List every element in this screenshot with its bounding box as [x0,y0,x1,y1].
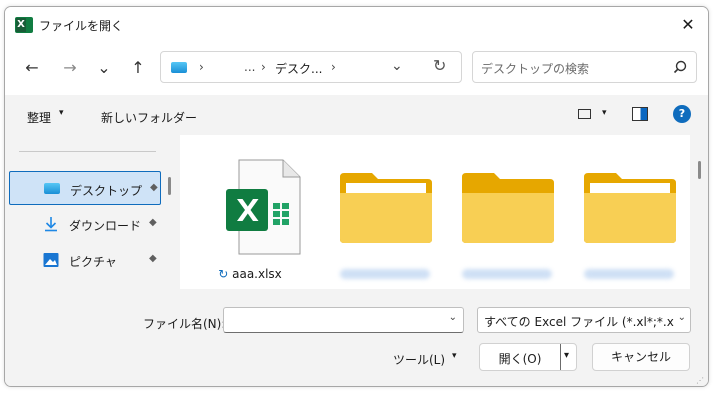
breadcrumb-overflow[interactable]: ... [244,60,255,74]
folder-icon [462,173,554,243]
folder-item[interactable] [574,149,684,289]
chevron-down-icon[interactable]: ⌄ [449,312,457,323]
sidebar-item-label: デスクトップ [70,184,143,198]
navigation-bar: ← → ⌄ ↑ › ... › デスク... › ⌄ ↻ デスクトップの検索 [5,43,708,95]
sync-icon: ↻ [218,267,229,281]
desktop-icon [44,183,60,194]
file-name-label: ↻ aaa.xlsx [180,267,320,281]
address-dropdown-icon[interactable]: ⌄ [391,58,403,74]
window-title: ファイルを開く [39,19,124,33]
chevron-down-icon[interactable]: ⌄ [678,312,686,323]
folder-item[interactable] [330,149,440,289]
sidebar-item-downloads[interactable]: ダウンロード ◆ [9,207,161,241]
folder-name-blurred [462,269,552,279]
sidebar-item-desktop[interactable]: デスクトップ ◆ [9,171,161,205]
title-bar: ファイルを開く ✕ [5,7,708,43]
command-bar: 整理 ▾ 新しいフォルダー ▾ ? [5,95,708,135]
pin-icon[interactable]: ◆ [149,253,157,264]
desktop-icon [171,62,187,73]
folder-icon [340,173,432,243]
breadcrumb-separator[interactable]: › [331,60,336,74]
chevron-down-icon[interactable]: ▾ [564,350,569,361]
breadcrumb-desktop[interactable]: デスク... [275,60,322,77]
open-button[interactable]: 開く(O) ▾ [479,343,577,371]
excel-app-icon [15,17,33,33]
pin-icon[interactable]: ◆ [150,182,158,193]
pin-icon[interactable]: ◆ [149,217,157,228]
resize-grip-icon[interactable]: ⋰ [696,376,704,385]
refresh-icon[interactable]: ↻ [433,56,446,75]
arrange-button[interactable]: 整理 [27,109,51,126]
chevron-down-icon[interactable]: ▾ [452,351,457,361]
sidebar-item-label: ダウンロード [69,219,142,233]
folder-name-blurred [340,269,430,279]
folder-name-blurred [584,269,674,279]
divider [560,344,561,370]
view-options-icon[interactable] [578,109,591,119]
back-button[interactable]: ← [19,55,45,81]
file-type-value: すべての Excel ファイル (*.xl*;*.xlsx; [484,315,674,329]
recent-locations-button[interactable]: ⌄ [91,55,117,81]
file-name: aaa.xlsx [232,267,282,281]
breadcrumb-separator[interactable]: › [199,60,204,74]
address-bar[interactable]: › ... › デスク... › ⌄ ↻ [160,51,462,83]
cancel-button[interactable]: キャンセル [592,343,690,371]
scrollbar[interactable] [698,161,701,179]
open-file-dialog: ファイルを開く ✕ ← → ⌄ ↑ › ... › デスク... › ⌄ ↻ デ… [4,6,709,387]
chevron-down-icon[interactable]: ▾ [602,108,607,118]
filename-label: ファイル名(N): [143,317,226,331]
search-box[interactable]: デスクトップの検索 [472,51,697,83]
breadcrumb-separator[interactable]: › [261,60,266,74]
folder-item[interactable] [452,149,562,289]
file-item-aaa-xlsx[interactable]: ↻ aaa.xlsx [180,149,301,289]
file-list: ↻ aaa.xlsx [180,135,690,289]
search-icon[interactable] [672,59,688,75]
open-button-label[interactable]: 開く(O) [480,350,560,367]
navigation-pane: デスクトップ ◆ ダウンロード ◆ ピクチャ ◆ [5,135,171,289]
divider [19,151,156,152]
help-icon[interactable]: ? [673,105,691,123]
chevron-down-icon[interactable]: ▾ [59,108,64,118]
up-button[interactable]: ↑ [125,55,151,81]
pictures-icon [43,253,59,267]
dialog-footer: ファイル名(N): ⌄ すべての Excel ファイル (*.xl*;*.xls… [5,289,708,386]
excel-file-icon [226,159,301,255]
filename-input[interactable]: ⌄ [223,307,464,333]
close-button[interactable]: ✕ [674,11,702,39]
search-input[interactable]: デスクトップの検索 [481,60,589,77]
folder-icon [584,173,676,243]
download-icon [45,217,57,232]
sidebar-item-label: ピクチャ [69,255,117,269]
tools-button[interactable]: ツール(L) [393,351,445,368]
sidebar-item-pictures[interactable]: ピクチャ ◆ [9,243,161,277]
scrollbar[interactable] [168,177,171,195]
file-type-select[interactable]: すべての Excel ファイル (*.xl*;*.xlsx; ⌄ [477,307,691,333]
forward-button[interactable]: → [57,55,83,81]
preview-pane-icon[interactable] [632,107,648,121]
new-folder-button[interactable]: 新しいフォルダー [101,109,197,126]
